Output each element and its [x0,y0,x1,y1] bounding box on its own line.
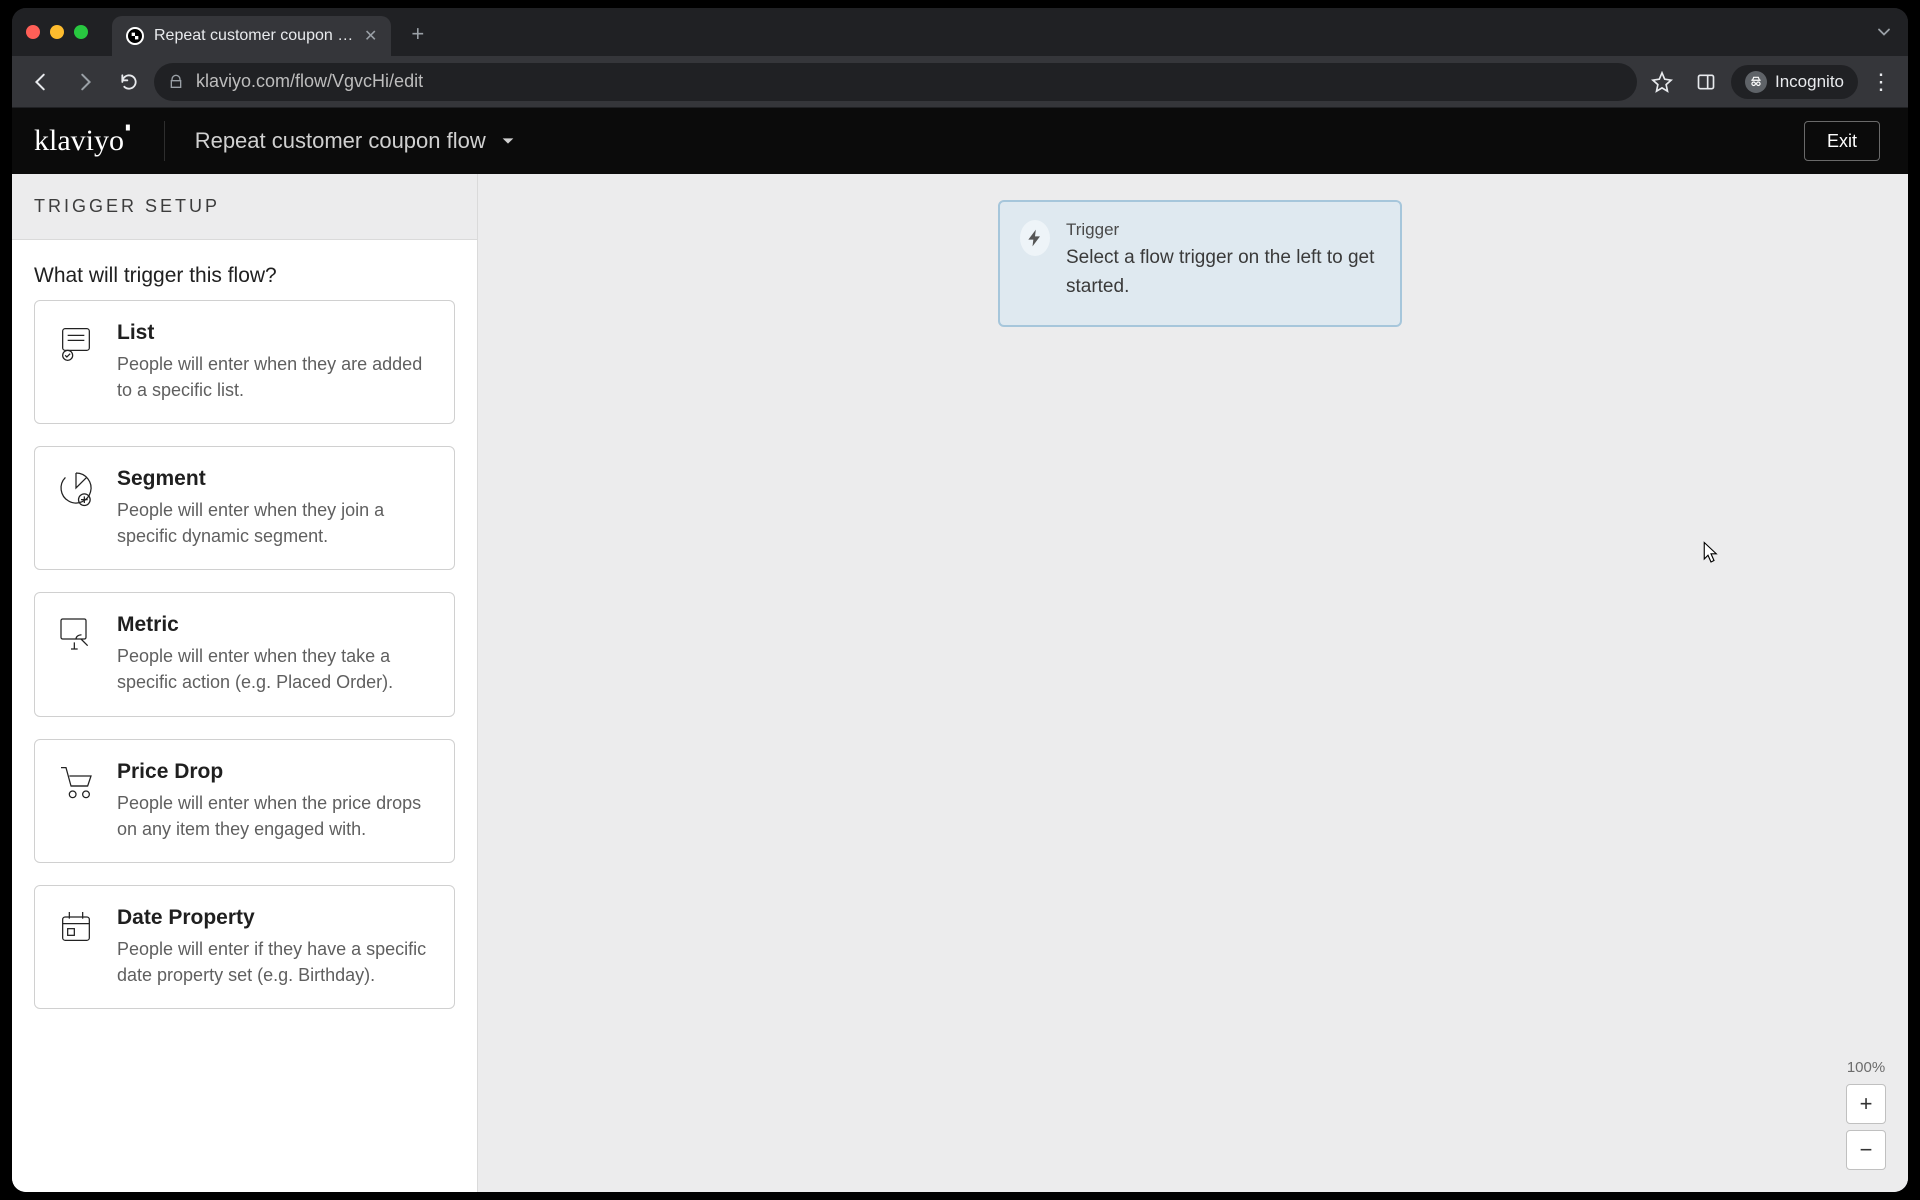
lock-icon [168,74,184,90]
browser-tab[interactable]: Repeat customer coupon flow ✕ [112,16,391,56]
incognito-label: Incognito [1775,72,1844,92]
nav-forward-button[interactable] [66,63,104,101]
trigger-title: Metric [117,613,434,637]
flow-name-label: Repeat customer coupon flow [195,128,486,154]
zoom-in-button[interactable]: + [1846,1084,1886,1124]
window-close-button[interactable] [26,25,40,39]
tab-favicon-icon [126,27,144,45]
tabs-overflow-chevron-icon[interactable] [1874,22,1894,42]
window-controls [26,25,88,39]
window-minimize-button[interactable] [50,25,64,39]
sidebar: TRIGGER SETUP What will trigger this flo… [12,174,478,1192]
trigger-title: Price Drop [117,760,434,784]
new-tab-button[interactable]: + [401,21,434,47]
trigger-title: Date Property [117,906,434,930]
trigger-desc: People will enter if they have a specifi… [117,936,434,988]
zoom-controls: 100% + − [1846,1059,1886,1170]
bookmark-star-button[interactable] [1643,63,1681,101]
cart-icon [55,760,97,802]
canvas-trigger-node[interactable]: Trigger Select a flow trigger on the lef… [998,200,1402,327]
flow-name-dropdown[interactable]: Repeat customer coupon flow [195,128,516,154]
incognito-icon [1745,71,1767,93]
segment-icon [55,467,97,509]
header-divider [164,121,165,161]
nav-back-button[interactable] [22,63,60,101]
mouse-cursor-icon [1702,541,1720,565]
trigger-option-price-drop[interactable]: Price Drop People will enter when the pr… [34,739,455,863]
klaviyo-logo[interactable]: klaviyo▘ [34,124,134,158]
trigger-option-metric[interactable]: Metric People will enter when they take … [34,592,455,716]
omnibox[interactable]: klaviyo.com/flow/VgvcHi/edit [154,63,1637,101]
trigger-option-list[interactable]: List People will enter when they are add… [34,300,455,424]
side-panel-button[interactable] [1687,63,1725,101]
incognito-chip[interactable]: Incognito [1731,65,1858,99]
sidebar-question: What will trigger this flow? [12,240,477,300]
zoom-out-button[interactable]: − [1846,1130,1886,1170]
tab-close-button[interactable]: ✕ [364,26,377,46]
trigger-option-segment[interactable]: Segment People will enter when they join… [34,446,455,570]
list-icon [55,321,97,363]
trigger-desc: People will enter when they join a speci… [117,497,434,549]
trigger-options: List People will enter when they are add… [12,300,477,1031]
logo-trademark-icon: ▘ [126,126,134,137]
tab-title: Repeat customer coupon flow [154,27,354,45]
caret-down-icon [500,133,516,149]
bolt-icon [1020,220,1050,256]
trigger-title: List [117,321,434,345]
exit-button[interactable]: Exit [1804,121,1880,161]
sidebar-header: TRIGGER SETUP [12,174,477,240]
browser-window: Repeat customer coupon flow ✕ + klaviyo.… [12,8,1908,1192]
node-desc: Select a flow trigger on the left to get… [1066,244,1380,301]
trigger-desc: People will enter when they are added to… [117,351,434,403]
app-header: klaviyo▘ Repeat customer coupon flow Exi… [12,108,1908,174]
zoom-percent-label: 100% [1847,1059,1885,1076]
flow-canvas[interactable]: Trigger Select a flow trigger on the lef… [478,174,1908,1192]
window-maximize-button[interactable] [74,25,88,39]
node-title: Trigger [1066,220,1380,240]
trigger-title: Segment [117,467,434,491]
browser-menu-button[interactable]: ⋮ [1864,71,1898,93]
address-bar: klaviyo.com/flow/VgvcHi/edit Incognito ⋮ [12,56,1908,108]
nav-reload-button[interactable] [110,63,148,101]
trigger-option-date-property[interactable]: Date Property People will enter if they … [34,885,455,1009]
tab-strip: Repeat customer coupon flow ✕ + [12,8,1908,56]
trigger-desc: People will enter when the price drops o… [117,790,434,842]
calendar-icon [55,906,97,948]
metric-icon [55,613,97,655]
trigger-desc: People will enter when they take a speci… [117,643,434,695]
logo-text: klaviyo [34,124,124,158]
sidebar-title: TRIGGER SETUP [34,196,455,217]
omnibox-url: klaviyo.com/flow/VgvcHi/edit [196,71,423,92]
app-body: TRIGGER SETUP What will trigger this flo… [12,174,1908,1192]
